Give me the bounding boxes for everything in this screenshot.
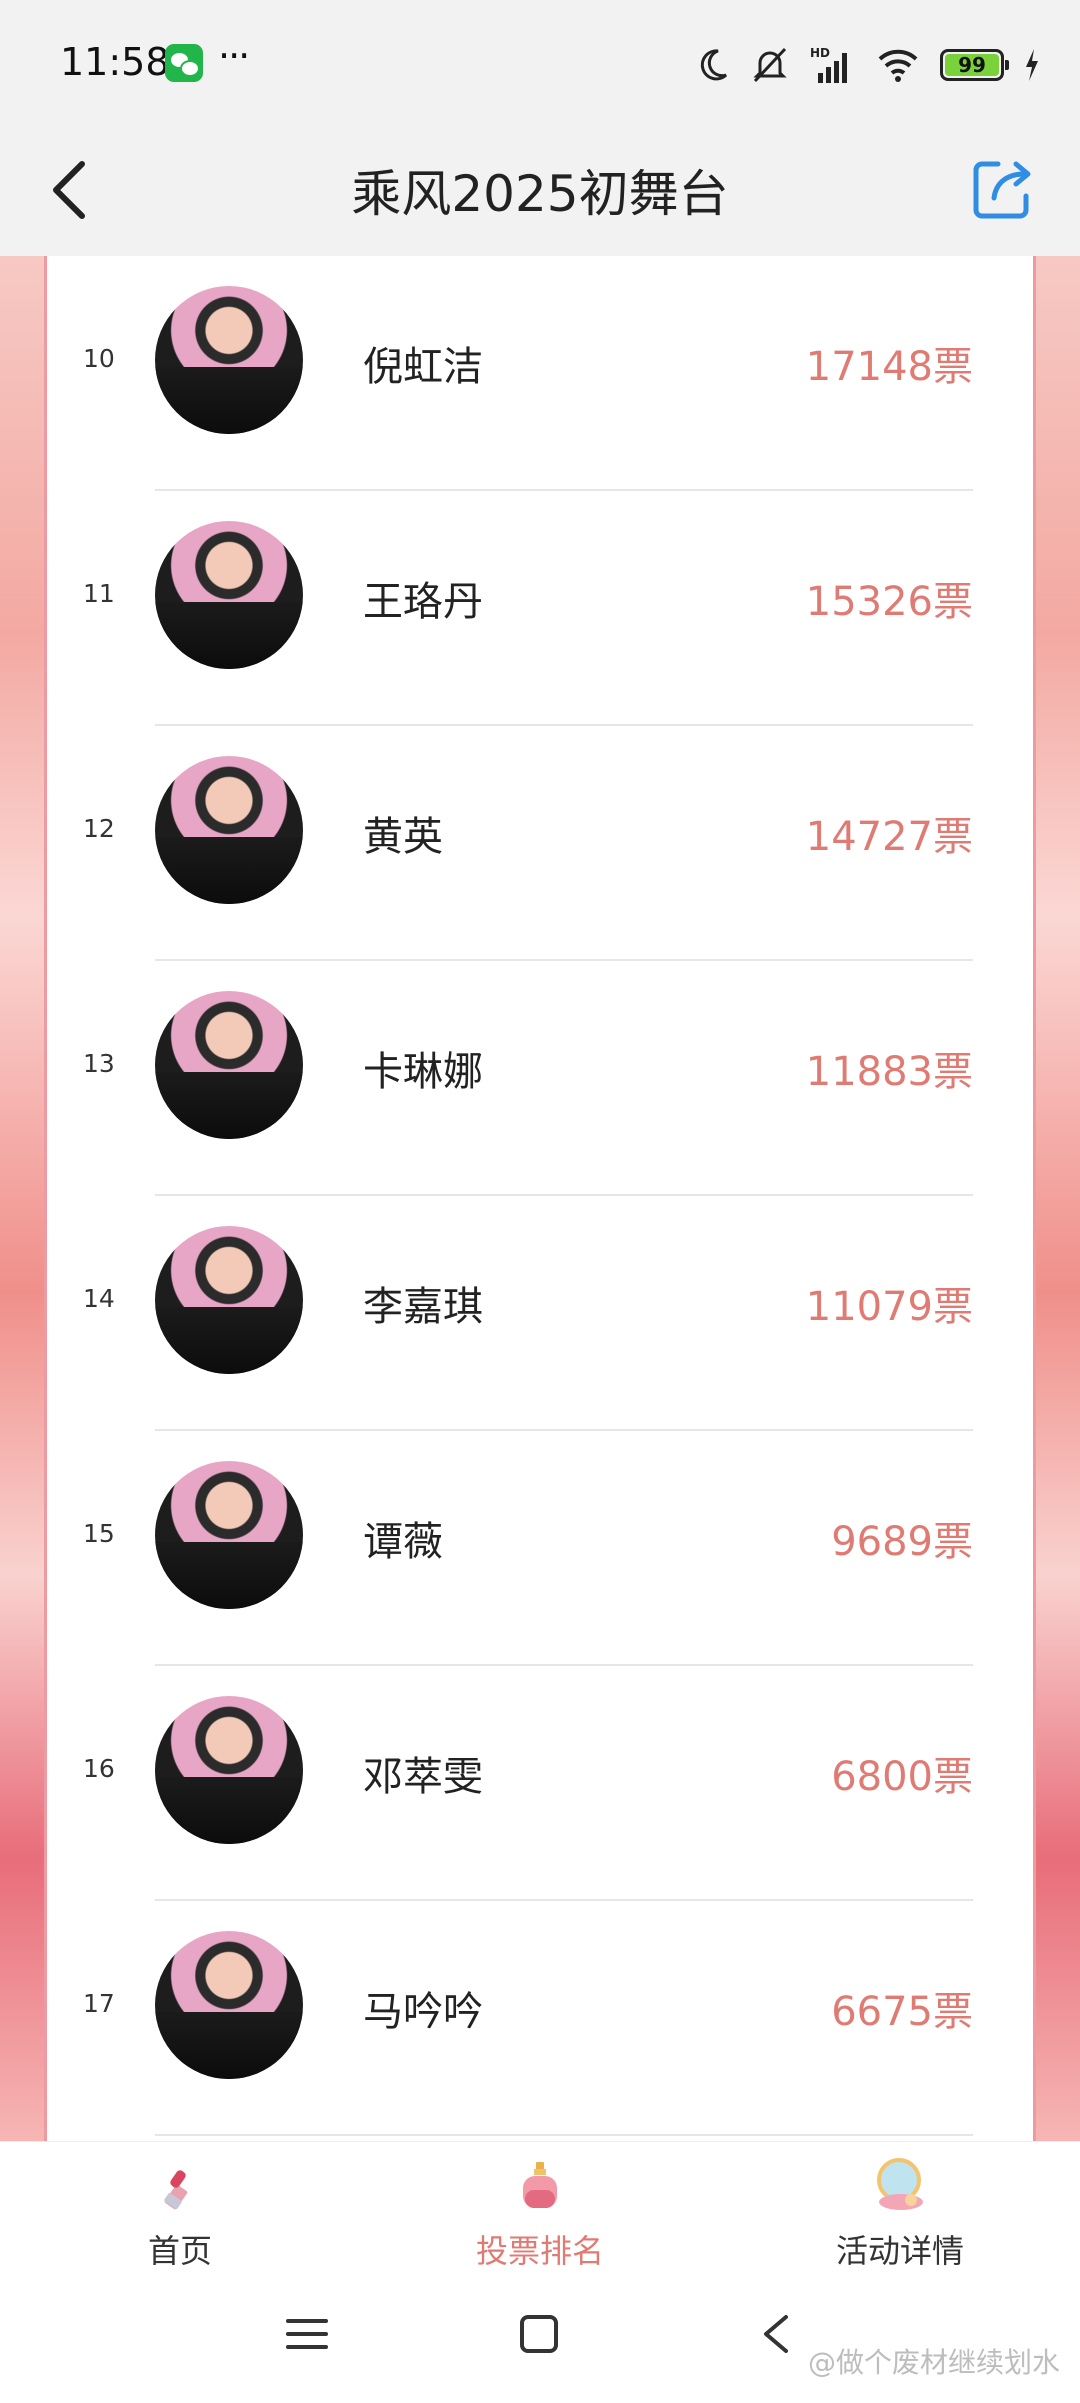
vote-count: 15326票 [805, 579, 973, 625]
share-button[interactable] [968, 152, 1040, 224]
nav-ranking[interactable]: 投票排名 [420, 2156, 660, 2272]
moon-icon [696, 47, 730, 83]
charging-icon [1024, 49, 1040, 81]
menu-button[interactable] [286, 2313, 328, 2359]
status-bar: 11:58 ··· HD 99 [0, 0, 1080, 128]
avatar [155, 1461, 303, 1609]
contestant-name: 马吟吟 [363, 1989, 483, 2035]
vote-count: 14727票 [805, 814, 973, 860]
avatar [155, 286, 303, 434]
ranking-list: 10 倪虹洁 17148票 11 王珞丹 15326票 12 黄英 14727票… [47, 256, 1033, 2136]
vote-count: 9689票 [831, 1519, 973, 1565]
nav-home-label: 首页 [147, 2232, 212, 2270]
system-nav-bar: @做个废材继续划水 [0, 2283, 1080, 2403]
watermark: @做个废材继续划水 [807, 2346, 1060, 2379]
back-arrow-icon [764, 2315, 788, 2353]
avatar [155, 1226, 303, 1374]
mute-icon [750, 45, 790, 85]
rank-number: 14 [83, 1284, 115, 1313]
vote-count: 17148票 [805, 344, 973, 390]
rank-number: 17 [83, 1989, 115, 2018]
avatar [155, 521, 303, 669]
nav-details[interactable]: 活动详情 [780, 2156, 1020, 2272]
decorative-flower-left [0, 256, 46, 2141]
contestant-name: 谭薇 [363, 1519, 443, 1565]
wechat-icon [165, 44, 203, 82]
home-square-icon [520, 2315, 558, 2353]
lipstick-icon [164, 2170, 188, 2210]
contestant-name: 邓萃雯 [363, 1754, 483, 1800]
vote-count: 6675票 [831, 1989, 973, 2035]
vote-count: 11079票 [805, 1284, 973, 1330]
battery-icon: 99 [940, 49, 1009, 81]
rank-number: 16 [83, 1754, 115, 1783]
share-icon [973, 161, 1031, 219]
avatar [155, 1696, 303, 1844]
contestant-name: 黄英 [363, 814, 443, 860]
contestant-name: 李嘉琪 [363, 1284, 483, 1330]
nav-home[interactable]: 首页 [60, 2156, 300, 2272]
ranking-row[interactable]: 16 邓萃雯 6800票 [47, 1666, 1033, 1901]
avatar [155, 756, 303, 904]
menu-icon [286, 2319, 328, 2349]
avatar [155, 1931, 303, 2079]
status-icons: HD 99 [696, 40, 1040, 90]
status-more: ··· [218, 34, 250, 78]
app-header: 乘风2025初舞台 [0, 128, 1080, 256]
avatar [155, 991, 303, 1139]
ranking-row[interactable]: 10 倪虹洁 17148票 [47, 256, 1033, 491]
contestant-name: 卡琳娜 [363, 1049, 483, 1095]
contestant-name: 倪虹洁 [363, 344, 483, 390]
decorative-flower-right [1034, 256, 1080, 2141]
compact-mirror-icon [877, 2158, 923, 2210]
ranking-row[interactable]: 14 李嘉琪 11079票 [47, 1196, 1033, 1431]
vote-count: 6800票 [831, 1754, 973, 1800]
rank-number: 10 [83, 344, 115, 373]
nav-ranking-label: 投票排名 [475, 2232, 604, 2270]
ranking-row[interactable]: 11 王珞丹 15326票 [47, 491, 1033, 726]
bottom-nav: 首页 投票排名 活动详情 [0, 2141, 1080, 2283]
rank-number: 13 [83, 1049, 115, 1078]
perfume-icon [523, 2162, 557, 2208]
page-title: 乘风2025初舞台 [351, 165, 729, 223]
ranking-row[interactable]: 15 谭薇 9689票 [47, 1431, 1033, 1666]
svg-text:HD: HD [810, 46, 830, 60]
system-back-button[interactable] [758, 2313, 794, 2359]
nav-details-label: 活动详情 [835, 2232, 964, 2270]
divider [155, 2134, 973, 2136]
rank-number: 15 [83, 1519, 115, 1548]
contestant-name: 王珞丹 [363, 579, 483, 625]
vote-count: 11883票 [805, 1049, 973, 1095]
status-time: 11:58 [60, 40, 170, 84]
rank-number: 11 [83, 579, 115, 608]
wifi-icon [876, 47, 920, 83]
hd-signal-icon: HD [810, 45, 856, 85]
rank-number: 12 [83, 814, 115, 843]
ranking-row[interactable]: 17 马吟吟 6675票 [47, 1901, 1033, 2136]
ranking-row[interactable]: 12 黄英 14727票 [47, 726, 1033, 961]
ranking-card: 10 倪虹洁 17148票 11 王珞丹 15326票 12 黄英 14727票… [44, 256, 1036, 2141]
battery-level: 99 [958, 53, 986, 77]
home-button[interactable] [518, 2313, 560, 2359]
ranking-row[interactable]: 13 卡琳娜 11883票 [47, 961, 1033, 1196]
